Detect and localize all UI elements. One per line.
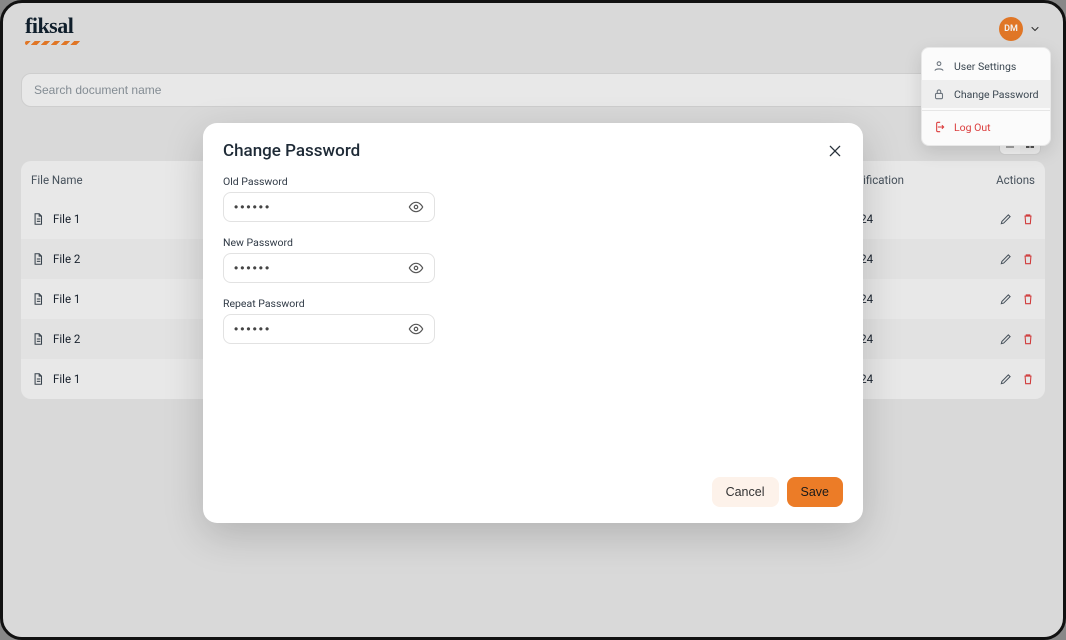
old-password-input[interactable]: [234, 200, 408, 214]
avatar: DM: [999, 17, 1023, 41]
trash-icon[interactable]: [1021, 372, 1035, 386]
topbar: fiksal DM: [3, 3, 1063, 55]
document-icon: [31, 292, 45, 306]
change-password-modal: Change Password Old Password New Passwor…: [203, 123, 863, 523]
cancel-button[interactable]: Cancel: [712, 477, 779, 507]
brand-name: fiksal: [25, 13, 73, 39]
menu-change-password[interactable]: Change Password: [922, 80, 1050, 108]
pencil-icon[interactable]: [999, 372, 1013, 386]
pencil-icon[interactable]: [999, 252, 1013, 266]
file-name: File 1: [53, 292, 80, 306]
menu-label: User Settings: [954, 60, 1016, 73]
field-label: Old Password: [223, 175, 435, 188]
menu-logout[interactable]: Log Out: [922, 113, 1050, 141]
lock-icon: [932, 87, 946, 101]
logout-icon: [932, 120, 946, 134]
search-input[interactable]: [34, 83, 966, 97]
search-box[interactable]: [21, 73, 995, 107]
profile-menu-trigger[interactable]: DM: [999, 17, 1041, 41]
modal-title: Change Password: [223, 141, 360, 161]
trash-icon[interactable]: [1021, 252, 1035, 266]
document-icon: [31, 332, 45, 346]
trash-icon[interactable]: [1021, 212, 1035, 226]
brand-logo: fiksal: [25, 13, 81, 45]
pencil-icon[interactable]: [999, 292, 1013, 306]
chevron-down-icon: [1029, 23, 1041, 35]
eye-icon[interactable]: [408, 199, 424, 215]
close-icon[interactable]: [827, 143, 843, 159]
document-icon: [31, 252, 45, 266]
field-label: New Password: [223, 236, 435, 249]
new-password-field: New Password: [223, 236, 435, 283]
brand-underline: [25, 41, 81, 45]
document-icon: [31, 372, 45, 386]
document-icon: [31, 212, 45, 226]
file-name: File 2: [53, 332, 80, 346]
trash-icon[interactable]: [1021, 332, 1035, 346]
repeat-password-field: Repeat Password: [223, 297, 435, 344]
trash-icon[interactable]: [1021, 292, 1035, 306]
file-name: File 2: [53, 252, 80, 266]
repeat-password-input[interactable]: [234, 322, 408, 336]
eye-icon[interactable]: [408, 321, 424, 337]
save-button[interactable]: Save: [787, 477, 844, 507]
file-name: File 1: [53, 372, 80, 386]
menu-user-settings[interactable]: User Settings: [922, 52, 1050, 80]
eye-icon[interactable]: [408, 260, 424, 276]
user-icon: [932, 59, 946, 73]
col-header-actions: Actions: [975, 173, 1035, 187]
pencil-icon[interactable]: [999, 332, 1013, 346]
user-menu: User Settings Change Password Log Out: [921, 47, 1051, 146]
search-row: [21, 73, 1045, 107]
pencil-icon[interactable]: [999, 212, 1013, 226]
file-name: File 1: [53, 212, 80, 226]
field-label: Repeat Password: [223, 297, 435, 310]
old-password-field: Old Password: [223, 175, 435, 222]
menu-label: Log Out: [954, 121, 991, 134]
new-password-input[interactable]: [234, 261, 408, 275]
menu-label: Change Password: [954, 88, 1039, 101]
menu-separator: [922, 110, 1050, 111]
